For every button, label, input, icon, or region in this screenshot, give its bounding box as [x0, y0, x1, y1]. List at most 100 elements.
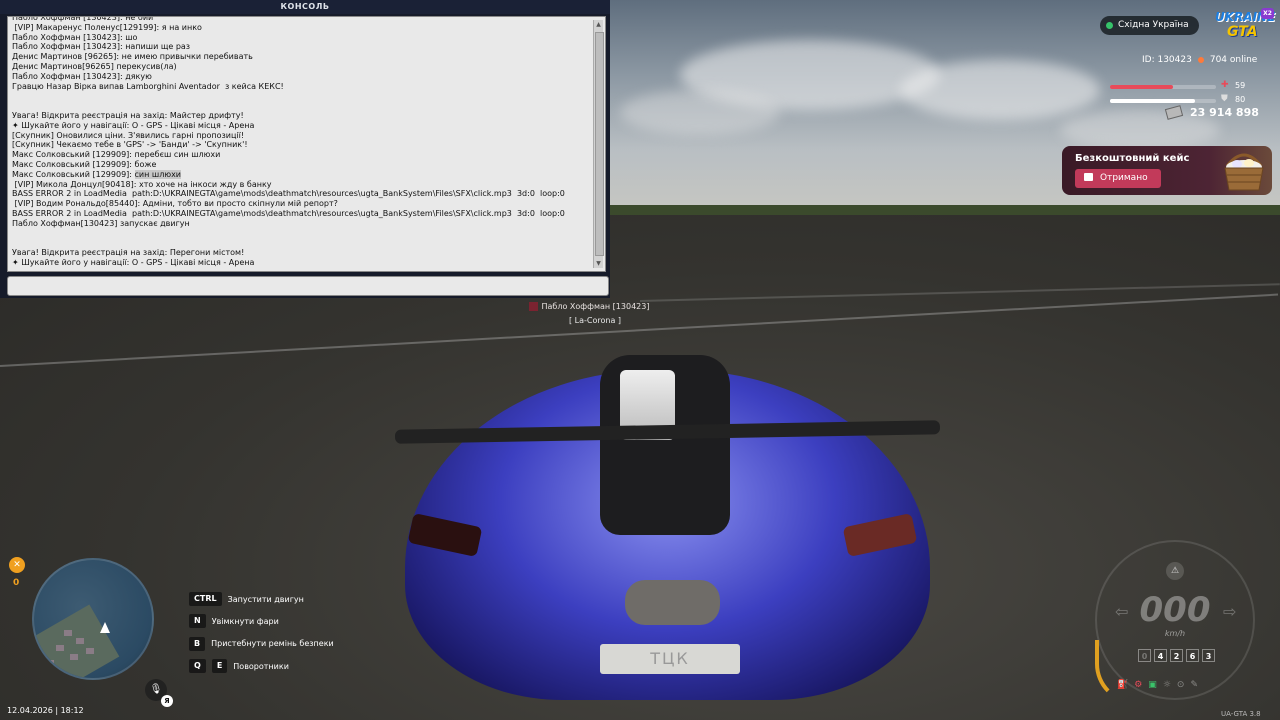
console-line: Денис Мартинов [96265]: не имею привычки… — [12, 52, 253, 62]
player-name: Пабло Хоффман [130423] — [541, 302, 650, 311]
gear-digit: 4 — [1154, 649, 1167, 662]
player-id: ID: 130423 — [1142, 55, 1192, 65]
hint-lights: N Увімкнути фари — [189, 610, 334, 632]
console-line: Макс Солковський [129909]: перебєш син ш… — [12, 150, 221, 160]
console-line: [Скупник] Чекаємо тебе в 'GPS' -> 'Банди… — [12, 140, 248, 150]
console-line: Пабло Хоффман [130423]: напиши ще раз — [12, 42, 191, 52]
console-lines: Пабло Хоффман [130423]: не бий [VIP] Мак… — [12, 16, 587, 268]
car-exhaust — [625, 580, 720, 625]
minimap[interactable] — [32, 558, 154, 680]
money-value: 23 914 898 — [1190, 106, 1259, 119]
gear-digit: 2 — [1170, 649, 1183, 662]
gift-icon — [1084, 173, 1093, 181]
console-log[interactable]: Пабло Хоффман [130423]: не бий [VIP] Мак… — [7, 16, 606, 272]
license-plate: ТЦК — [600, 644, 740, 674]
health-bar — [1110, 85, 1216, 89]
health-bar-fill — [1110, 85, 1173, 89]
fuel-icon: ⛽ — [1117, 680, 1129, 690]
case-title: Безкоштовний кейс — [1075, 153, 1190, 164]
player-car: ТЦК — [394, 330, 941, 720]
armor-bar — [1110, 99, 1216, 103]
scroll-down-icon[interactable]: ▼ — [594, 259, 603, 268]
voice-lang-badge: Я — [161, 695, 173, 707]
hint-engine: CTRL Запустити двигун — [189, 588, 334, 610]
logo-x2-badge: X2 — [1261, 8, 1274, 19]
player-position-icon — [100, 622, 110, 633]
hunger-icon: ✕ — [9, 557, 25, 573]
key-q: Q — [189, 659, 206, 674]
armor-shield-icon: ⛊ — [1221, 94, 1228, 104]
hint-indicators: Q E Поворотники — [189, 655, 334, 677]
lights-icon: ☼ — [1162, 680, 1171, 690]
gear-indicator: 0 4 2 6 3 — [1138, 649, 1215, 662]
gear-digit: 0 — [1138, 649, 1151, 662]
key-b: B — [189, 636, 206, 651]
console-line: [VIP] Микола Донцул[90418]: хто хоче на … — [12, 179, 272, 189]
region-icon — [1106, 22, 1113, 29]
console-line: BASS ERROR 2 in LoadMedia path:D:\UKRAIN… — [12, 189, 565, 199]
easter-basket-icon — [1224, 153, 1264, 191]
online-count: 704 online — [1209, 55, 1258, 65]
key-n: N — [189, 614, 206, 629]
console-line: Денис Мартинов[96265] перекусив(ла) — [12, 61, 177, 71]
hunger-value: 0 — [13, 578, 20, 588]
scroll-up-icon[interactable]: ▲ — [594, 20, 603, 29]
hint-label: Запустити двигун — [227, 594, 304, 604]
hint-label: Увімкнути фари — [211, 616, 279, 626]
health-icon: ✚ — [1221, 80, 1229, 90]
case-claim-button[interactable]: Отримано — [1075, 169, 1161, 188]
player-nametag: Пабло Хоффман [130423] — [514, 302, 664, 311]
fuel-gauge — [1095, 640, 1139, 704]
money-display: 23 914 898 — [1164, 105, 1259, 120]
keybind-hints: CTRL Запустити двигун N Увімкнути фари B… — [189, 588, 334, 677]
lock-icon: ⊙ — [1176, 680, 1185, 690]
version-label: UA-GTA 3.8 — [1221, 710, 1261, 718]
health-value: 59 — [1235, 81, 1246, 90]
turn-right-icon: ⇨ — [1223, 602, 1237, 621]
console-line: Пабло Хоффман [130423]: дякую — [12, 71, 152, 81]
server-logo: UKRAINE GTA X2 — [1213, 8, 1275, 44]
console-line: Пабло Хоффман[130423] запускає двигун — [12, 218, 190, 228]
console-input[interactable] — [7, 276, 609, 296]
speed-unit: km/h — [1164, 629, 1186, 638]
console-window[interactable]: КОНСОЛЬ Пабло Хоффман [130423]: не бий [… — [0, 0, 610, 298]
vehicle-status-icons: ⛽ ⚙ ▣ ☼ ⊙ ✎ — [1117, 680, 1198, 690]
date-time: 12.04.2026 | 18:12 — [7, 706, 84, 715]
scroll-thumb[interactable] — [595, 32, 604, 256]
console-line: Макс Солковський [129909]: боже — [12, 159, 157, 169]
console-line: BASS ERROR 2 in LoadMedia path:D:\UKRAIN… — [12, 208, 565, 218]
wrench-icon: ✎ — [1190, 680, 1198, 690]
console-line: [VIP] Водим Рональдо[85440]: Адміни, тоб… — [12, 199, 338, 209]
money-icon — [1164, 105, 1184, 120]
key-e: E — [211, 659, 228, 674]
region-label: Східна Україна — [1118, 20, 1189, 30]
console-line: Пабло Хоффман [130423]: не бий — [12, 16, 154, 22]
battery-icon: ▣ — [1148, 680, 1157, 690]
free-case-panel: Безкоштовний кейс Отримано — [1062, 146, 1272, 195]
warning-icon: ⚠ — [1166, 562, 1184, 580]
console-line: Увага! Відкрита реєстрація на захід: Пер… — [12, 248, 245, 258]
gear-digit: 3 — [1202, 649, 1215, 662]
armor-bar-fill — [1110, 99, 1195, 103]
case-button-label: Отримано — [1100, 173, 1148, 183]
console-title: КОНСОЛЬ — [0, 0, 610, 14]
hint-label: Поворотники — [233, 661, 289, 671]
console-line: Увага! Відкрита реєстрація на захід: Май… — [12, 110, 244, 120]
online-icon — [1197, 57, 1204, 63]
console-line: [VIP] Макаренус Поленус[129199]: я на ин… — [12, 22, 202, 32]
player-badge-icon — [528, 302, 538, 311]
logo-text-bottom: GTA — [1227, 24, 1258, 40]
console-scrollbar[interactable]: ▲ ▼ — [593, 20, 604, 268]
console-line: Макс Солковський [129909]: син шлюхи — [12, 169, 182, 179]
console-line: ✦ Шукайте його у навігації: O - GPS - Ці… — [12, 120, 255, 130]
key-ctrl: CTRL — [189, 592, 222, 607]
console-line: [Скупник] Оновилися ціни. З'явились гарн… — [12, 130, 245, 140]
console-line: Гравцю Назар Вірка випав Lamborghini Ave… — [12, 81, 284, 91]
engine-icon: ⚙ — [1134, 680, 1143, 690]
console-line: ✦ Шукайте його у навігації: O - GPS - Ці… — [12, 257, 255, 267]
armor-value: 80 — [1235, 95, 1246, 104]
